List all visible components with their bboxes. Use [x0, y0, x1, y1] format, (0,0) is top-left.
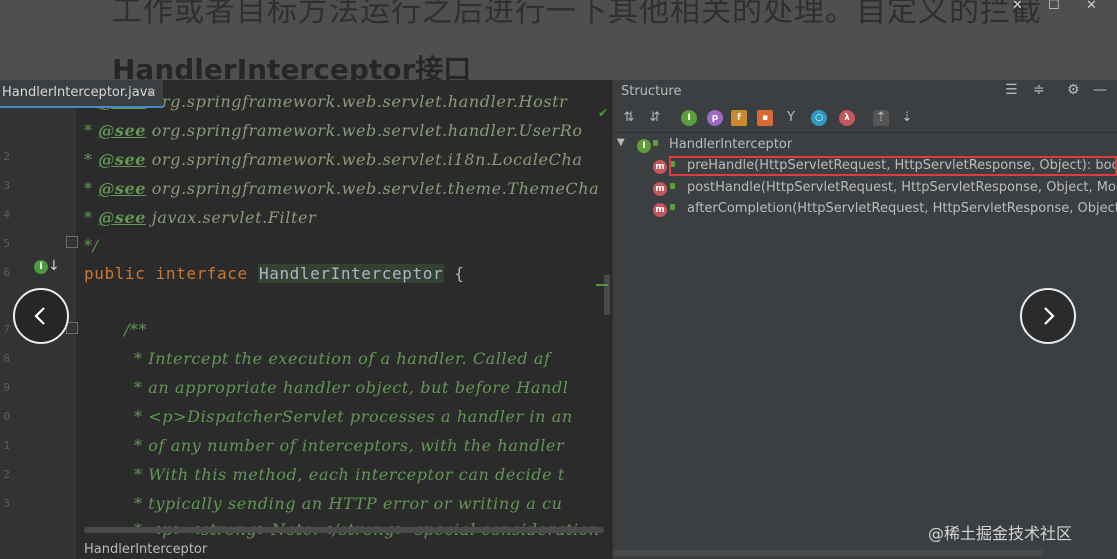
- line-number: 7: [3, 323, 10, 336]
- line-number: 3: [3, 179, 10, 192]
- selection-highlight: [669, 156, 1117, 176]
- show-non-public-icon[interactable]: ▪: [757, 110, 773, 126]
- javadoc-open: /**: [124, 320, 148, 339]
- autoscroll-from-source-icon[interactable]: ⇣: [899, 110, 915, 126]
- code-line: * @see org.springframework.web.servlet.i…: [84, 150, 583, 169]
- panel-title: Structure: [621, 84, 682, 99]
- line-number: 3: [3, 497, 10, 510]
- horizontal-scrollbar[interactable]: [613, 550, 1043, 556]
- tab-label: HandlerInterceptor.java: [2, 85, 156, 100]
- code-editor[interactable]: 2 3 4 5 6 7 8 9 0 1 2 3 * @see org.sprin…: [0, 80, 612, 559]
- public-icon: [670, 183, 675, 189]
- tab-handlerinterceptor[interactable]: HandlerInterceptor.java: [0, 80, 164, 108]
- javadoc-line: * an appropriate handler object, but bef…: [134, 378, 569, 397]
- article-background: 工作或者目标方法运行之后进行一下其他相关的处理。自定义的拦截 HandlerIn…: [0, 0, 1117, 80]
- line-number: 6: [3, 266, 10, 279]
- line-number: 9: [3, 381, 10, 394]
- minimize-icon[interactable]: —: [1093, 82, 1107, 98]
- interface-declaration: public interface HandlerInterceptor {: [84, 264, 465, 283]
- arrow-down-icon[interactable]: ↓: [48, 258, 60, 274]
- chevron-left-icon: [34, 307, 45, 325]
- method-icon: m: [653, 160, 667, 174]
- close-tab-icon[interactable]: ×: [146, 86, 157, 101]
- show-lambda-icon[interactable]: λ: [839, 110, 855, 126]
- interface-icon: I: [637, 139, 651, 153]
- javadoc-line: * typically sending an HTTP error or wri…: [134, 494, 563, 513]
- public-icon: [653, 140, 658, 146]
- line-number: 2: [3, 468, 10, 481]
- javadoc-line: * <p>DispatcherServlet processes a handl…: [134, 407, 573, 426]
- close-icon[interactable]: ✕: [1086, 0, 1102, 12]
- expand-all-icon[interactable]: ☰: [1005, 82, 1018, 98]
- line-number: 1: [3, 439, 10, 452]
- code-line: */: [84, 236, 99, 255]
- tree-root-label: HandlerInterceptor: [669, 137, 793, 152]
- show-inherited-icon[interactable]: I: [681, 110, 697, 126]
- structure-toolbar: ⇅ ⇵ I p f ▪ Y ○ λ ⇡ ⇣: [613, 106, 1117, 133]
- line-number: 0: [3, 410, 10, 423]
- javadoc-line: * With this method, each interceptor can…: [134, 465, 565, 484]
- line-number: 2: [3, 150, 10, 163]
- structure-header: Structure ☰ ≑ ⚙ —: [613, 80, 1117, 104]
- watermark: @稀土掘金技术社区: [928, 524, 1073, 543]
- public-icon: [670, 204, 675, 210]
- chevron-right-icon: [1044, 307, 1055, 325]
- method-icon: m: [653, 182, 667, 196]
- article-text-line: 工作或者目标方法运行之后进行一下其他相关的处理。自定义的拦截: [112, 0, 1042, 29]
- line-number: 5: [3, 237, 10, 250]
- javadoc-line: * of any number of interceptors, with th…: [134, 436, 565, 455]
- collapse-all-icon[interactable]: ≑: [1033, 82, 1045, 98]
- method-label: postHandle(HttpServletRequest, HttpServl…: [687, 180, 1117, 195]
- line-number: 4: [3, 208, 10, 221]
- line-number: 8: [3, 352, 10, 365]
- code-line: * @see org.springframework.web.servlet.t…: [84, 179, 600, 198]
- show-fields-icon[interactable]: f: [731, 110, 747, 126]
- sort-alphabetically-icon[interactable]: ⇵: [647, 110, 663, 126]
- show-anonymous-icon[interactable]: ○: [811, 110, 827, 126]
- previous-button[interactable]: [13, 288, 69, 344]
- pin-icon[interactable]: ✕: [1012, 0, 1028, 12]
- code-line: * @see javax.servlet.Filter: [84, 208, 317, 227]
- next-button[interactable]: [1020, 288, 1076, 344]
- implemented-marker-icon[interactable]: I: [34, 260, 48, 274]
- sort-by-visibility-icon[interactable]: ⇅: [621, 110, 637, 126]
- article-heading: HandlerInterceptor接口: [112, 53, 472, 80]
- horizontal-scrollbar[interactable]: [84, 527, 604, 533]
- autoscroll-to-source-icon[interactable]: ⇡: [873, 110, 889, 126]
- show-lambdas-icon[interactable]: Y: [783, 110, 799, 126]
- fold-marker[interactable]: [66, 236, 78, 248]
- change-marker: [596, 284, 608, 286]
- method-icon: m: [653, 203, 667, 217]
- code-line: * @see org.springframework.web.servlet.h…: [84, 121, 583, 140]
- maximize-icon[interactable]: ☐: [1048, 0, 1064, 12]
- javadoc-line: * Intercept the execution of a handler. …: [134, 349, 551, 368]
- gear-icon[interactable]: ⚙: [1067, 82, 1080, 98]
- show-properties-icon[interactable]: p: [707, 110, 723, 126]
- method-label: afterCompletion(HttpServletRequest, Http…: [687, 201, 1117, 216]
- expand-arrow-icon[interactable]: ▼: [617, 137, 625, 148]
- inspection-ok-icon: ✔: [598, 106, 609, 120]
- editor-scrollbar-thumb[interactable]: [604, 275, 610, 315]
- breadcrumb[interactable]: HandlerInterceptor: [84, 542, 207, 557]
